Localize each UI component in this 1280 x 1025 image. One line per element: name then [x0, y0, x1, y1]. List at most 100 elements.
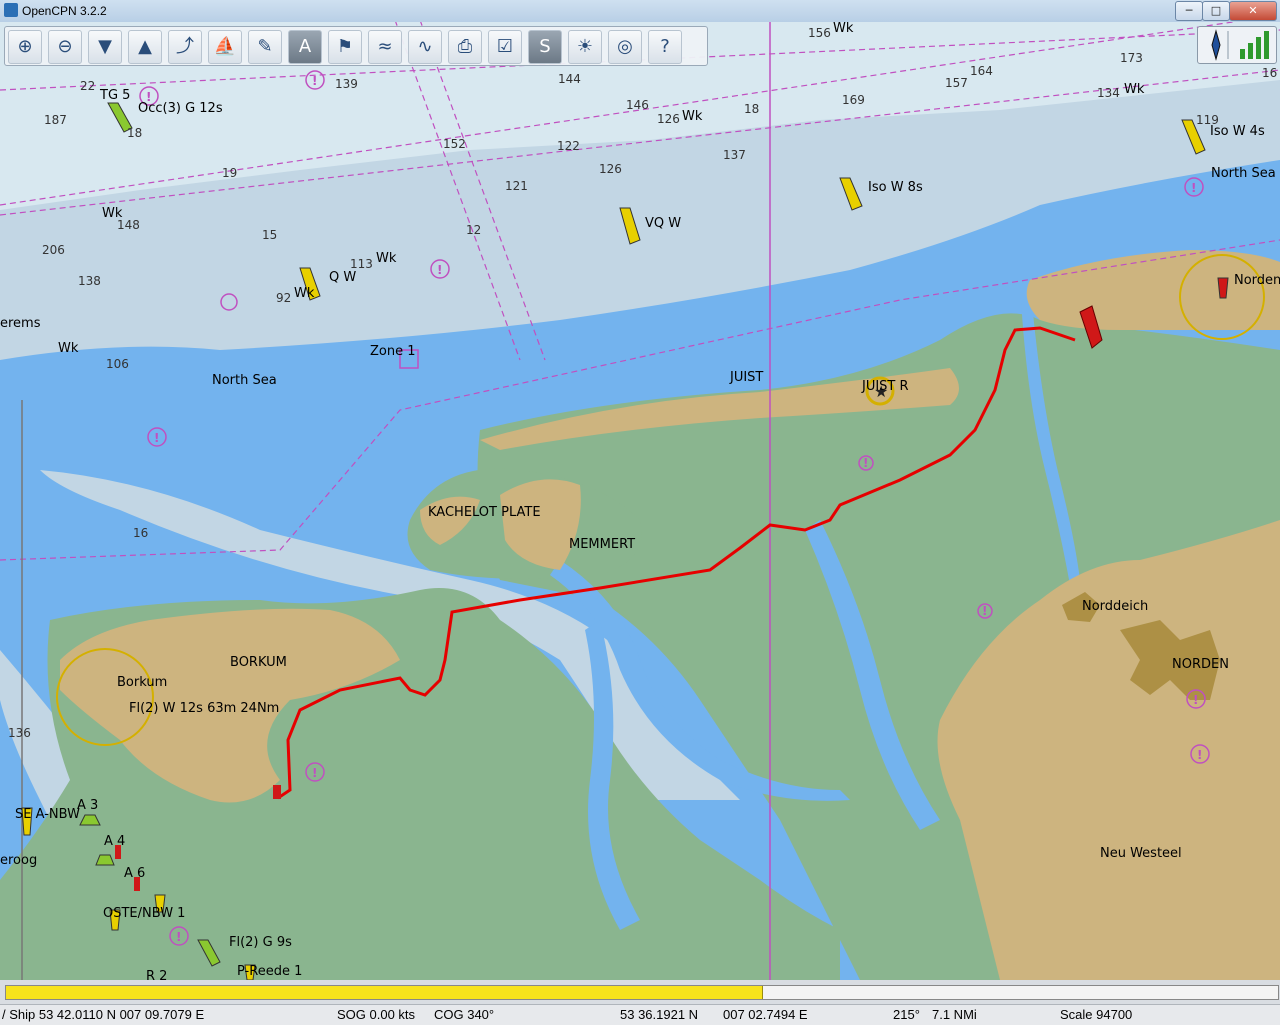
sounding: 144 [558, 72, 581, 86]
scale-out-button[interactable]: ▲ [128, 30, 162, 64]
zoom-in-button[interactable]: ⊕ [8, 30, 42, 64]
status-cursor-lat: 53 36.1921 N [620, 1007, 698, 1022]
main-toolbar: ⊕ ⊖ ▼ ▲ ⤴ ⛵ ✎ A ⚑ ≈ ∿ ⎙ ☑ S ☀ ◎ ? [4, 26, 708, 66]
sounding: 173 [1120, 51, 1143, 65]
chart-bar-track[interactable] [5, 985, 1279, 1000]
current-2-button[interactable]: ∿ [408, 30, 442, 64]
svg-text:!: ! [1191, 181, 1196, 195]
scale-in-button[interactable]: ▼ [88, 30, 122, 64]
current-button[interactable]: ⚑ [328, 30, 362, 64]
label-iso8: Iso W 8s [868, 180, 923, 195]
window-title: OpenCPN 3.2.2 [22, 4, 107, 18]
label-erems: erems [0, 316, 41, 331]
label-memmert: MEMMERT [569, 537, 635, 552]
svg-text:!: ! [312, 74, 317, 88]
app-icon [4, 3, 18, 17]
status-cursor-lon: 007 02.7494 E [723, 1007, 808, 1022]
svg-text:!: ! [1197, 748, 1202, 762]
label-a3: A 3 [77, 798, 98, 813]
sounding: 121 [505, 179, 528, 193]
label-vqw: VQ W [645, 216, 681, 231]
route-manager-button[interactable]: ☑ [488, 30, 522, 64]
sounding: 136 [8, 726, 31, 740]
svg-text:!: ! [863, 456, 868, 470]
label-preede: P-Reede 1 [237, 964, 302, 979]
label-norden: NORDEN [1172, 657, 1229, 672]
text-toggle-button[interactable]: A [288, 30, 322, 64]
sounding: 106 [106, 357, 129, 371]
wreck-label: Wk [58, 341, 79, 356]
svg-text:!: ! [176, 930, 181, 944]
label-zone-1: Zone 1 [370, 344, 416, 359]
tide-button[interactable]: ≈ [368, 30, 402, 64]
label-kachelot: KACHELOT PLATE [428, 505, 541, 520]
wreck-label: Wk [833, 22, 854, 36]
sounding: 18 [127, 126, 142, 140]
wreck-label: Wk [294, 286, 315, 301]
wreck-label: Wk [376, 251, 397, 266]
label-snbw: SE A-NBW [15, 807, 80, 822]
svg-text:!: ! [982, 604, 987, 618]
sounding: 19 [222, 166, 237, 180]
sounding: 157 [945, 76, 968, 90]
wreck-label: Wk [1124, 82, 1145, 97]
sounding: 146 [626, 98, 649, 112]
label-north-sea: North Sea [212, 373, 277, 388]
print-button[interactable]: ⎙ [448, 30, 482, 64]
settings-button[interactable]: ✎ [248, 30, 282, 64]
auto-follow-button[interactable]: ⛵ [208, 30, 242, 64]
zoom-out-button[interactable]: ⊖ [48, 30, 82, 64]
create-route-button[interactable]: ⤴ [168, 30, 202, 64]
title-bar: OpenCPN 3.2.2 ─ □ ✕ [0, 0, 1280, 23]
status-scale: Scale 94700 [1060, 1007, 1132, 1022]
chart-canvas[interactable]: ★ !!! !!! !!! !! North Sea North Sea JUI [0, 22, 1280, 980]
status-bearing: 215° [893, 1007, 920, 1022]
label-r2: R 2 [146, 969, 167, 980]
maximize-button[interactable]: □ [1202, 1, 1230, 21]
sounding: 137 [723, 148, 746, 162]
sounding: 206 [42, 243, 65, 257]
compass-icon [1198, 27, 1276, 63]
sounding: 113 [350, 257, 373, 271]
compass-gps-widget[interactable] [1197, 26, 1277, 64]
sounding: 22 [80, 79, 95, 93]
sounding: 164 [970, 64, 993, 78]
label-qw: Q W [329, 270, 356, 285]
minimize-button[interactable]: ─ [1175, 1, 1203, 21]
boat-icon [273, 785, 281, 799]
mob-button[interactable]: ◎ [608, 30, 642, 64]
label-juist-r: JUIST R [861, 379, 909, 394]
sounding: 92 [276, 291, 291, 305]
chart-svg[interactable]: ★ !!! !!! !!! !! North Sea North Sea JUI [0, 22, 1280, 980]
label-borkum: BORKUM [230, 655, 287, 670]
status-distance: 7.1 NMi [932, 1007, 977, 1022]
label-oste: OSTE/NBW 1 [103, 906, 185, 921]
svg-text:!: ! [154, 431, 159, 445]
svg-text:!: ! [437, 263, 442, 277]
close-button[interactable]: ✕ [1229, 1, 1277, 21]
sounding: 119 [1196, 113, 1219, 127]
svg-text:!: ! [1193, 693, 1198, 707]
sounding: 15 [262, 228, 277, 242]
label-eroog: eroog [0, 853, 37, 868]
sounding: 138 [78, 274, 101, 288]
label-neu-westeel: Neu Westeel [1100, 846, 1182, 861]
sounding: 16 [1262, 66, 1277, 80]
label-norddeich: Norddeich [1082, 599, 1148, 614]
sounding: 12 [466, 223, 481, 237]
sounding: 152 [443, 137, 466, 151]
colour-scheme-button[interactable]: ☀ [568, 30, 602, 64]
chart-bar [0, 980, 1280, 1004]
sounding: 126 [657, 112, 680, 126]
status-ship-position: / Ship 53 42.0110 N 007 09.7079 E [2, 1007, 204, 1022]
label-a6: A 6 [124, 866, 145, 881]
label-borkum-light-char: Fl(2) W 12s 63m 24Nm [129, 701, 279, 716]
track-button[interactable]: S [528, 30, 562, 64]
label-flg: Fl(2) G 9s [229, 935, 292, 950]
help-button[interactable]: ? [648, 30, 682, 64]
sounding: 187 [44, 113, 67, 127]
status-bar: / Ship 53 42.0110 N 007 09.7079 E SOG 0.… [0, 1004, 1280, 1025]
label-borkum-light: Borkum [117, 675, 167, 690]
svg-text:!: ! [312, 766, 317, 780]
label-tg5: TG 5 [99, 88, 130, 103]
